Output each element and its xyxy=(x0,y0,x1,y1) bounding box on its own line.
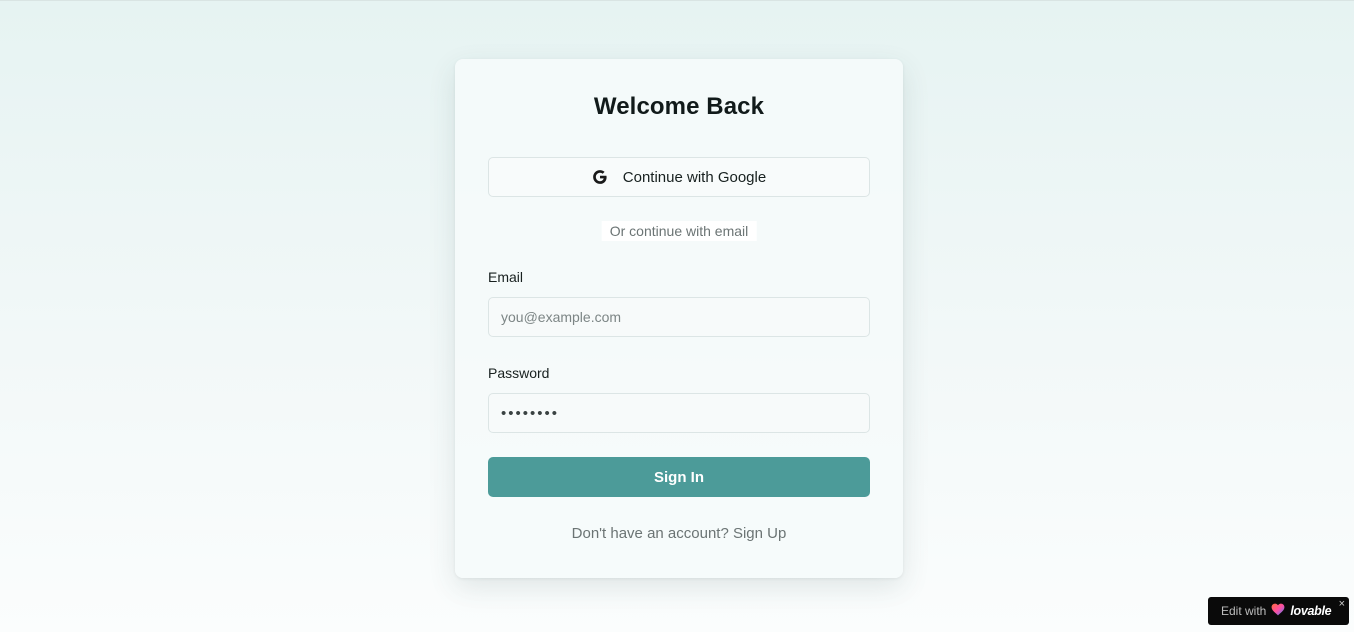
password-label: Password xyxy=(488,365,550,381)
badge-brand: lovable xyxy=(1290,604,1332,618)
page-title: Welcome Back xyxy=(593,93,765,120)
heart-icon xyxy=(1271,603,1285,619)
divider: Or continue with email xyxy=(488,221,870,241)
password-field[interactable] xyxy=(488,393,870,433)
google-icon xyxy=(592,169,608,185)
sign-up-link[interactable]: Don't have an account? Sign Up xyxy=(455,525,903,542)
email-field[interactable] xyxy=(488,297,870,337)
google-button-label: Continue with Google xyxy=(622,168,767,186)
email-label: Email xyxy=(488,269,524,285)
google-signin-button[interactable]: Continue with Google xyxy=(488,157,870,197)
login-card: Welcome Back Continue with Google Or con… xyxy=(455,59,903,578)
edit-with-lovable-badge[interactable]: Edit with lovable × xyxy=(1208,597,1349,625)
sign-in-button[interactable]: Sign In xyxy=(488,457,870,497)
divider-text: Or continue with email xyxy=(601,221,757,241)
close-icon[interactable]: × xyxy=(1339,598,1345,610)
badge-prefix: Edit with xyxy=(1221,604,1267,618)
